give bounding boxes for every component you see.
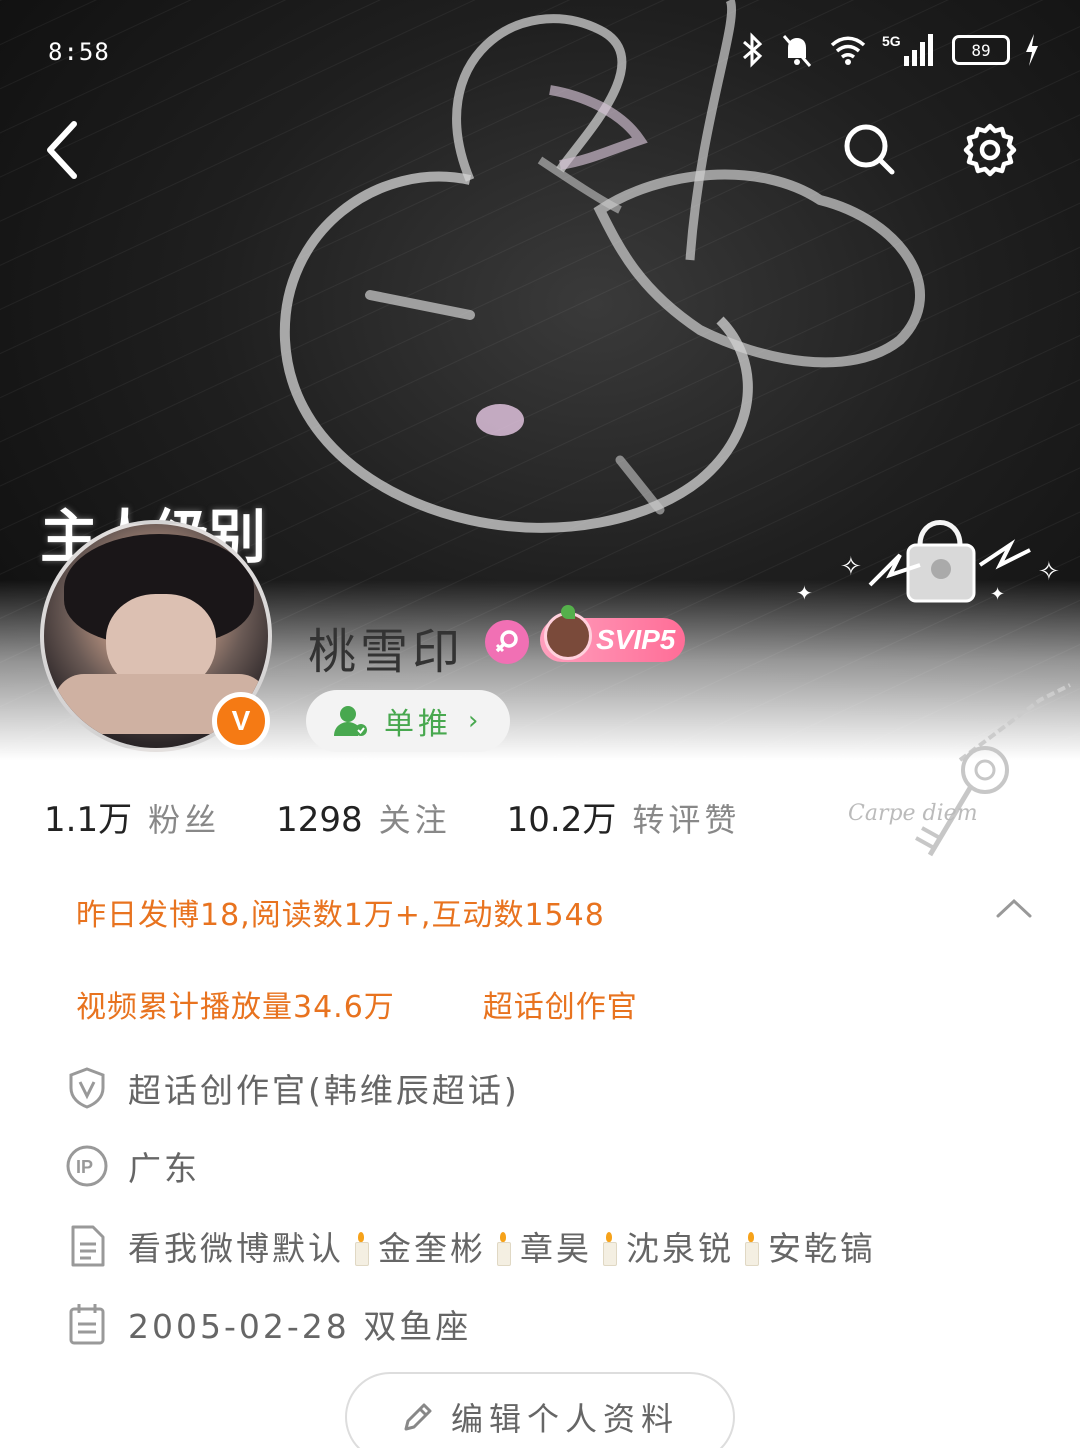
battery-level: 89	[971, 40, 991, 60]
stat-followers[interactable]: 1.1万 粉丝	[44, 792, 220, 841]
bio-part: 看我微博默认	[128, 1229, 344, 1268]
candle-icon	[744, 1232, 759, 1266]
stat-value: 10.2万	[506, 800, 617, 840]
bio-part: 章昊	[520, 1229, 592, 1268]
shield-v-icon	[64, 1065, 110, 1111]
network-type: 5G	[882, 33, 901, 49]
super-topic-role-tag[interactable]: 超话创作官	[483, 982, 638, 1026]
bluetooth-icon	[743, 32, 763, 68]
bio-part: 金奎彬	[378, 1229, 486, 1268]
highlight-tags: 视频累计播放量34.6万 超话创作官	[76, 982, 638, 1026]
settings-button[interactable]	[950, 110, 1030, 190]
lock-decoration: ✧ ✧ ✦ ✦	[796, 520, 1060, 605]
svg-text:IP: IP	[76, 1157, 93, 1177]
back-button[interactable]	[22, 110, 102, 190]
collapse-button[interactable]	[990, 888, 1038, 928]
back-icon	[47, 121, 77, 179]
cellular-signal-icon: 5G	[882, 33, 933, 66]
verified-badge: V	[212, 692, 270, 750]
svg-text:✧: ✧	[840, 552, 862, 582]
svg-text:✦: ✦	[990, 584, 1005, 605]
ip-icon: IP	[64, 1143, 110, 1189]
video-plays-tag[interactable]: 视频累计播放量34.6万	[76, 982, 395, 1026]
ip-location-row: IP 广东	[64, 1142, 200, 1190]
stat-likes[interactable]: 10.2万 转评赞	[507, 792, 741, 841]
svip-mascot-icon	[544, 605, 592, 660]
svip-label: SVIP5	[596, 624, 676, 655]
stat-following[interactable]: 1298 关注	[276, 795, 451, 841]
stat-label: 关注	[378, 801, 451, 839]
pencil-icon	[404, 1403, 432, 1431]
search-button[interactable]	[830, 110, 910, 190]
battery-indicator: 89	[952, 35, 1010, 65]
female-icon	[485, 620, 529, 664]
edit-profile-button[interactable]: 编辑个人资料	[345, 1372, 735, 1448]
mute-bell-icon	[782, 35, 812, 67]
bio-part: 安乾镐	[768, 1229, 876, 1268]
status-time: 8:58	[48, 38, 110, 66]
birthday-text: 2005-02-28 双鱼座	[128, 1307, 472, 1346]
bio-text: 看我微博默认 金奎彬 章昊 沈泉锐 安乾镐	[128, 1222, 876, 1270]
user-follow-icon	[334, 706, 367, 736]
nickname: 桃雪印	[308, 624, 465, 680]
relation-label: 单推	[384, 707, 452, 742]
daily-summary[interactable]: 昨日发博18,阅读数1万+,互动数1548	[76, 890, 605, 934]
certification-row[interactable]: 超话创作官(韩维辰超话)	[64, 1064, 520, 1112]
certification-text: 超话创作官(韩维辰超话)	[128, 1071, 520, 1110]
stat-label: 转评赞	[632, 801, 741, 839]
candle-icon	[354, 1232, 369, 1266]
key-decoration: Carpe diem	[848, 683, 1071, 857]
candle-icon	[602, 1232, 617, 1266]
bio-row[interactable]: 看我微博默认 金奎彬 章昊 沈泉锐 安乾镐	[64, 1222, 876, 1270]
status-bar: 8:58 5G 89	[0, 0, 1080, 100]
wifi-icon	[830, 36, 866, 65]
svg-text:Carpe diem: Carpe diem	[848, 801, 978, 826]
charging-icon	[1026, 34, 1038, 66]
chevron-right-icon: ›	[468, 706, 479, 736]
stat-value: 1298	[276, 800, 363, 840]
stat-value: 1.1万	[44, 800, 133, 840]
status-icons: 5G 89	[740, 30, 1040, 70]
stat-label: 粉丝	[148, 801, 221, 839]
ip-location-text: 广东	[128, 1149, 200, 1188]
svg-text:✧: ✧	[1038, 557, 1060, 587]
birthday-row: 2005-02-28 双鱼座	[64, 1300, 471, 1348]
bio-part: 沈泉锐	[626, 1229, 734, 1268]
search-icon	[844, 124, 895, 175]
gear-icon	[963, 123, 1017, 177]
calendar-icon	[64, 1301, 110, 1347]
edit-profile-label: 编辑个人资料	[450, 1400, 679, 1438]
document-icon	[64, 1223, 110, 1269]
relation-button[interactable]: 单推 ›	[306, 690, 510, 752]
chevron-up-icon	[996, 898, 1032, 918]
profile-stats: 1.1万 粉丝 1298 关注 10.2万 转评赞	[44, 792, 796, 841]
svg-text:✦: ✦	[796, 581, 813, 605]
candle-icon	[496, 1232, 511, 1266]
svip-badge[interactable]: SVIP5	[540, 605, 686, 662]
